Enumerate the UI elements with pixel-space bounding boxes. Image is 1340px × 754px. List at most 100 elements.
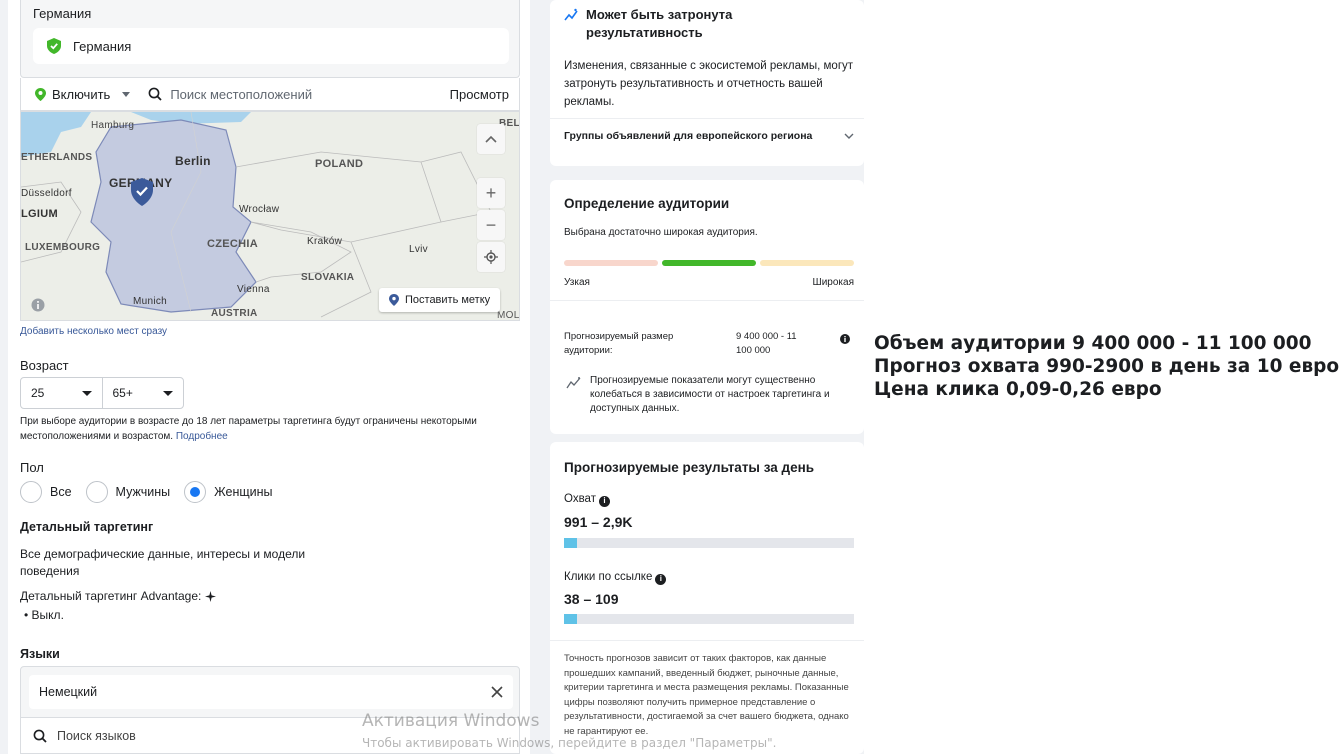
search-icon — [148, 87, 162, 101]
advantage-state: • Выкл. — [24, 608, 64, 622]
reach-bar — [564, 538, 854, 548]
gender-label: Пол — [20, 460, 44, 475]
location-search-input[interactable]: Поиск местоположений — [148, 87, 312, 102]
zoom-in-button[interactable]: + — [477, 178, 505, 208]
audience-size-value: 9 400 000 - 11 100 000 — [736, 331, 797, 356]
age-note: При выборе аудитории в возрасте до 18 ле… — [20, 414, 490, 444]
map-label: Munich — [133, 296, 168, 307]
fluctuation-icon — [566, 377, 581, 389]
divider — [550, 640, 864, 641]
annotation-line: Объем аудитории 9 400 000 - 11 100 000 — [874, 333, 1312, 354]
info-icon[interactable]: i — [598, 495, 610, 507]
map-label: Lviv — [409, 244, 428, 255]
map-label: Wrocław — [239, 204, 280, 215]
daily-results-card: Прогнозируемые результаты за день Охват i… — [550, 442, 864, 754]
map-label: SLOVAKIA — [301, 272, 355, 283]
map-label: LUXEMBOURG — [25, 242, 101, 253]
detailed-targeting-title: Детальный таргетинг — [20, 520, 154, 534]
divider — [550, 300, 864, 301]
map-pin-icon — [35, 87, 46, 101]
include-dropdown[interactable]: Включить — [35, 86, 131, 102]
included-pin-icon — [47, 38, 61, 54]
advantage-row: Детальный таргетинг Advantage: — [20, 589, 217, 603]
map-label: ETHERLANDS — [21, 152, 93, 163]
zoom-out-button[interactable]: − — [477, 210, 505, 240]
audience-definition-title: Определение аудитории — [564, 196, 730, 211]
reach-bar-fill — [564, 538, 578, 548]
map-info-icon[interactable] — [31, 298, 45, 312]
eu-adsets-label: Группы объявлений для европейского регио… — [564, 130, 813, 142]
detailed-targeting-desc: Все демографические данные, интересы и м… — [20, 547, 306, 578]
chevron-down-icon — [81, 390, 92, 396]
info-icon[interactable] — [840, 334, 850, 344]
divider — [550, 118, 864, 119]
close-icon[interactable] — [491, 686, 503, 698]
gender-option-all[interactable]: Все — [20, 481, 72, 503]
chevron-down-icon — [844, 133, 854, 139]
map-label: Kraków — [307, 236, 343, 247]
radio-all[interactable] — [20, 481, 42, 503]
map-label: Berlin — [175, 154, 211, 168]
reach-label: Охват — [564, 493, 596, 505]
annotation-line: Прогноз охвата 990-2900 в день за 10 евр… — [874, 356, 1340, 377]
clicks-bar — [564, 614, 854, 624]
add-multiple-locations-link[interactable]: Добавить несколько мест сразу — [20, 326, 167, 337]
audience-breadth-meter — [564, 260, 854, 266]
meter-wide-label: Широкая — [812, 277, 854, 288]
summary-column: Может быть затронута результативность Из… — [536, 0, 864, 754]
location-chip[interactable]: Германия — [33, 28, 509, 64]
collapse-map-button[interactable] — [477, 124, 505, 154]
reach-label-row: Охват i — [564, 492, 610, 507]
meter-wide — [760, 260, 854, 266]
location-chip-label: Германия — [73, 38, 132, 54]
location-toolbar: Включить Поиск местоположений Просмотр — [20, 78, 520, 111]
annotation-line: Цена клика 0,09-0,26 евро — [874, 379, 1162, 400]
audience-disclaimer: Прогнозируемые показатели могут существе… — [590, 375, 830, 414]
language-chip: Немецкий — [29, 675, 513, 709]
map-label: MOL — [497, 310, 520, 321]
drop-pin-label: Поставить метку — [405, 294, 491, 306]
minus-icon: − — [485, 214, 497, 235]
meter-narrow — [564, 260, 658, 266]
windows-activation-hint: Чтобы активировать Windows, перейдите в … — [362, 736, 777, 750]
chevron-down-icon — [122, 91, 131, 97]
reach-value: 991 – 2,9K — [564, 514, 633, 530]
gender-option-men[interactable]: Мужчины — [85, 481, 170, 503]
location-map[interactable]: Hamburg BEL ETHERLANDS Berlin POLAND Düs… — [20, 111, 520, 321]
annotation: Объем аудитории 9 400 000 - 11 100 000 П… — [874, 332, 1340, 401]
map-label: Vienna — [237, 284, 270, 295]
sparkline-icon — [564, 8, 578, 21]
gender-option-label: Все — [50, 485, 72, 499]
browse-button[interactable]: Просмотр — [450, 87, 509, 102]
advantage-state-value: Выкл. — [31, 608, 64, 622]
gender-option-label: Женщины — [214, 485, 273, 499]
age-min-select[interactable]: 25 — [21, 378, 102, 408]
performance-warning-title: Может быть затронута результативность — [586, 7, 733, 40]
eu-adsets-dropdown[interactable]: Группы объявлений для европейского регио… — [564, 130, 854, 142]
map-pin-icon — [389, 294, 399, 306]
drop-pin-button[interactable]: Поставить метку — [379, 288, 501, 312]
locate-button[interactable] — [477, 242, 505, 272]
age-max-select[interactable]: 65+ — [101, 378, 184, 408]
radio-men[interactable] — [85, 481, 108, 503]
gender-option-women[interactable]: Женщины — [184, 481, 273, 503]
meter-narrow-label: Узкая — [564, 277, 590, 288]
location-marker-icon[interactable] — [131, 178, 153, 206]
clicks-label: Клики по ссылке — [564, 571, 653, 583]
targeting-panel: Германия Германия Включить Поиск местопо… — [0, 0, 536, 754]
plus-icon: + — [485, 182, 497, 203]
performance-warning-text: Изменения, связанные с экосистемой рекла… — [564, 60, 854, 108]
language-chip-label: Немецкий — [39, 685, 98, 699]
map-label: AUSTRIA — [211, 308, 258, 319]
include-label: Включить — [52, 86, 111, 102]
radio-women[interactable] — [184, 481, 207, 503]
location-search-placeholder: Поиск местоположений — [170, 86, 313, 102]
age-range: 25 65+ — [20, 377, 184, 409]
audience-definition-card: Определение аудитории Выбрана достаточно… — [550, 180, 864, 434]
meter-middle — [662, 260, 756, 266]
location-region-label: Германия — [33, 6, 92, 21]
age-min-value: 25 — [31, 386, 45, 400]
info-icon[interactable]: i — [655, 573, 667, 585]
gender-options: Все Мужчины Женщины — [20, 481, 287, 503]
learn-more-link[interactable]: Подробнее — [176, 431, 228, 442]
